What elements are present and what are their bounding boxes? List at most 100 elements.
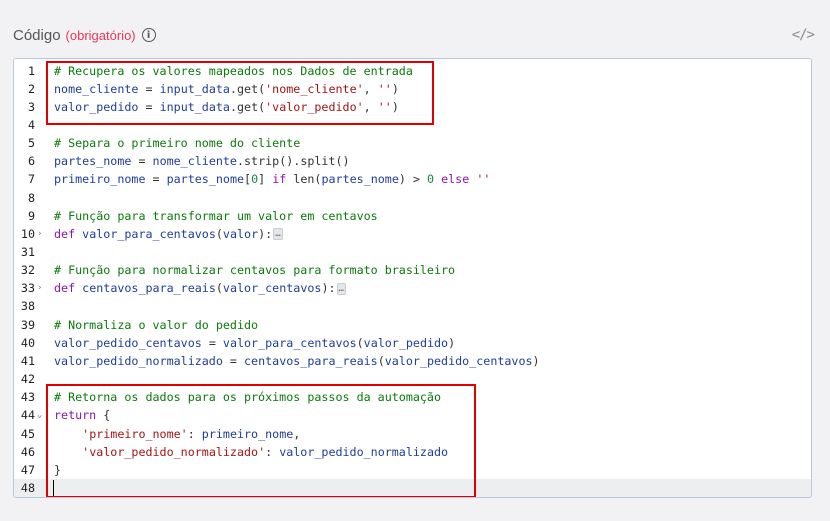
code-token: # Função para transformar um valor em ce… <box>54 208 378 223</box>
code-token: centavos_para_reais <box>244 353 378 368</box>
line-number: 38 <box>20 299 35 314</box>
code-token: } <box>54 462 62 477</box>
code-token: 'nome_cliente' <box>265 81 364 96</box>
code-text: nome_cliente = input_data.get('nome_clie… <box>54 80 399 98</box>
line-number: 10 <box>20 226 35 241</box>
fold-toggle-icon[interactable]: › <box>37 279 47 297</box>
code-line[interactable]: 45 'primeiro_nome': primeiro_nome, <box>14 425 811 443</box>
code-text: # Função para normalizar centavos para f… <box>54 261 455 279</box>
code-token: # Função para normalizar centavos para f… <box>54 263 456 278</box>
code-line[interactable]: 6 partes_nome = nome_cliente.strip().spli… <box>14 152 811 170</box>
line-number: 47 <box>20 462 35 477</box>
code-token: ) > <box>398 172 428 187</box>
line-number: 33 <box>20 281 35 296</box>
code-token: nome_cliente <box>152 154 237 169</box>
code-line[interactable]: 2 nome_cliente = input_data.get('nome_cli… <box>14 80 811 98</box>
code-line[interactable]: 32 # Função para normalizar centavos para… <box>14 261 811 279</box>
line-number: 45 <box>20 426 35 441</box>
code-token: valor_pedido <box>54 99 139 114</box>
code-token: .get( <box>229 81 266 96</box>
code-token: = <box>131 154 153 169</box>
code-line[interactable]: 44 ⌄ return { <box>14 406 811 424</box>
code-token: : <box>187 426 202 441</box>
info-icon[interactable]: i <box>141 28 156 42</box>
code-token: valor_pedido_centavos <box>384 353 533 368</box>
line-number: 1 <box>27 63 35 78</box>
code-line[interactable]: 42 <box>14 370 811 388</box>
code-token: ( <box>215 281 223 296</box>
code-token: = <box>201 335 223 350</box>
code-token: ) <box>532 353 540 368</box>
text-cursor <box>53 479 54 496</box>
required-label: (obrigatório) <box>65 27 136 43</box>
code-line[interactable]: 3 valor_pedido = input_data.get('valor_pe… <box>14 98 811 116</box>
code-line[interactable]: 7 primeiro_nome = partes_nome[0] if len(p… <box>14 170 811 188</box>
code-line[interactable]: 33 › def centavos_para_reais(valor_centavo… <box>14 279 811 297</box>
code-token: ) <box>448 335 456 350</box>
code-line[interactable]: 8 <box>14 189 811 207</box>
code-line[interactable]: 39 # Normaliza o valor do pedido <box>14 316 811 334</box>
line-number: 48 <box>20 480 35 495</box>
field-label: Código <box>13 26 61 44</box>
code-editor[interactable]: 1 # Recupera os valores mapeados nos Dado… <box>13 58 812 498</box>
code-token: # Recupera os valores mapeados nos Dados… <box>54 63 413 78</box>
code-line[interactable]: 9 # Função para transformar um valor em c… <box>14 207 811 225</box>
code-line[interactable]: 41 valor_pedido_normalizado = centavos_pa… <box>14 352 811 370</box>
code-line[interactable]: 46 'valor_pedido_normalizado': valor_ped… <box>14 443 811 461</box>
code-token: # Separa o primeiro nome do cliente <box>54 136 301 151</box>
code-text: 'valor_pedido_normalizado': valor_pedido… <box>54 443 448 461</box>
line-number: 5 <box>27 136 35 151</box>
line-number: 46 <box>20 444 35 459</box>
line-number: 39 <box>20 317 35 332</box>
code-text: def centavos_para_reais(valor_centavos):… <box>54 279 346 297</box>
code-text: 'primeiro_nome': primeiro_nome, <box>54 425 300 443</box>
folded-code-ellipsis[interactable]: … <box>336 282 346 295</box>
code-token: '' <box>377 99 392 114</box>
code-line[interactable]: 4 <box>14 116 811 134</box>
code-text: valor_pedido_normalizado = centavos_para… <box>54 352 540 370</box>
code-token: # Normaliza o valor do pedido <box>54 317 259 332</box>
code-text: return { <box>54 406 110 424</box>
line-number: 9 <box>27 208 35 223</box>
folded-code-ellipsis[interactable]: … <box>273 228 283 241</box>
code-token: ] <box>258 172 273 187</box>
code-line[interactable]: 10 › def valor_para_centavos(valor):… <box>14 225 811 243</box>
line-number: 6 <box>27 154 35 169</box>
code-token: input_data <box>159 99 230 114</box>
code-line[interactable]: 31 <box>14 243 811 261</box>
code-token: , <box>293 426 301 441</box>
code-line[interactable]: 40 valor_pedido_centavos = valor_para_cen… <box>14 334 811 352</box>
code-token: valor_para_centavos <box>82 226 216 241</box>
code-token: else <box>441 172 470 187</box>
code-token: 0 <box>427 172 435 187</box>
code-line[interactable]: 5 # Separa o primeiro nome do cliente <box>14 134 811 152</box>
line-number: 32 <box>20 263 35 278</box>
fold-toggle-icon[interactable]: ⌄ <box>37 406 47 424</box>
code-token: if <box>272 172 287 187</box>
code-token: input_data <box>159 81 230 96</box>
code-text: # Recupera os valores mapeados nos Dados… <box>54 62 413 80</box>
code-token: centavos_para_reais <box>82 281 216 296</box>
code-token: = <box>138 99 160 114</box>
code-token: '' <box>476 172 491 187</box>
code-text: valor_pedido = input_data.get('valor_ped… <box>54 98 399 116</box>
code-text: # Normaliza o valor do pedido <box>54 316 258 334</box>
line-number: 8 <box>27 190 35 205</box>
code-token: '' <box>377 81 392 96</box>
code-token: valor_pedido <box>363 335 449 350</box>
code-line[interactable]: 48 <box>14 478 811 497</box>
code-token: , <box>363 81 378 96</box>
code-text: valor_pedido_centavos = valor_para_centa… <box>54 334 455 352</box>
code-token: 'primeiro_nome' <box>82 426 188 441</box>
code-text: # Separa o primeiro nome do cliente <box>54 134 300 152</box>
code-token: .strip().split() <box>236 154 350 169</box>
code-token: { <box>96 408 111 423</box>
code-line[interactable]: 38 <box>14 297 811 315</box>
code-line[interactable]: 43 # Retorna os dados para os próximos pa… <box>14 388 811 406</box>
fold-toggle-icon[interactable]: › <box>37 225 47 243</box>
code-view-toggle-icon[interactable]: </> <box>792 27 815 43</box>
code-line[interactable]: 47} <box>14 461 811 479</box>
code-token: primeiro_nome <box>54 172 146 187</box>
code-token: .get( <box>229 99 266 114</box>
code-line[interactable]: 1 # Recupera os valores mapeados nos Dado… <box>14 62 811 80</box>
